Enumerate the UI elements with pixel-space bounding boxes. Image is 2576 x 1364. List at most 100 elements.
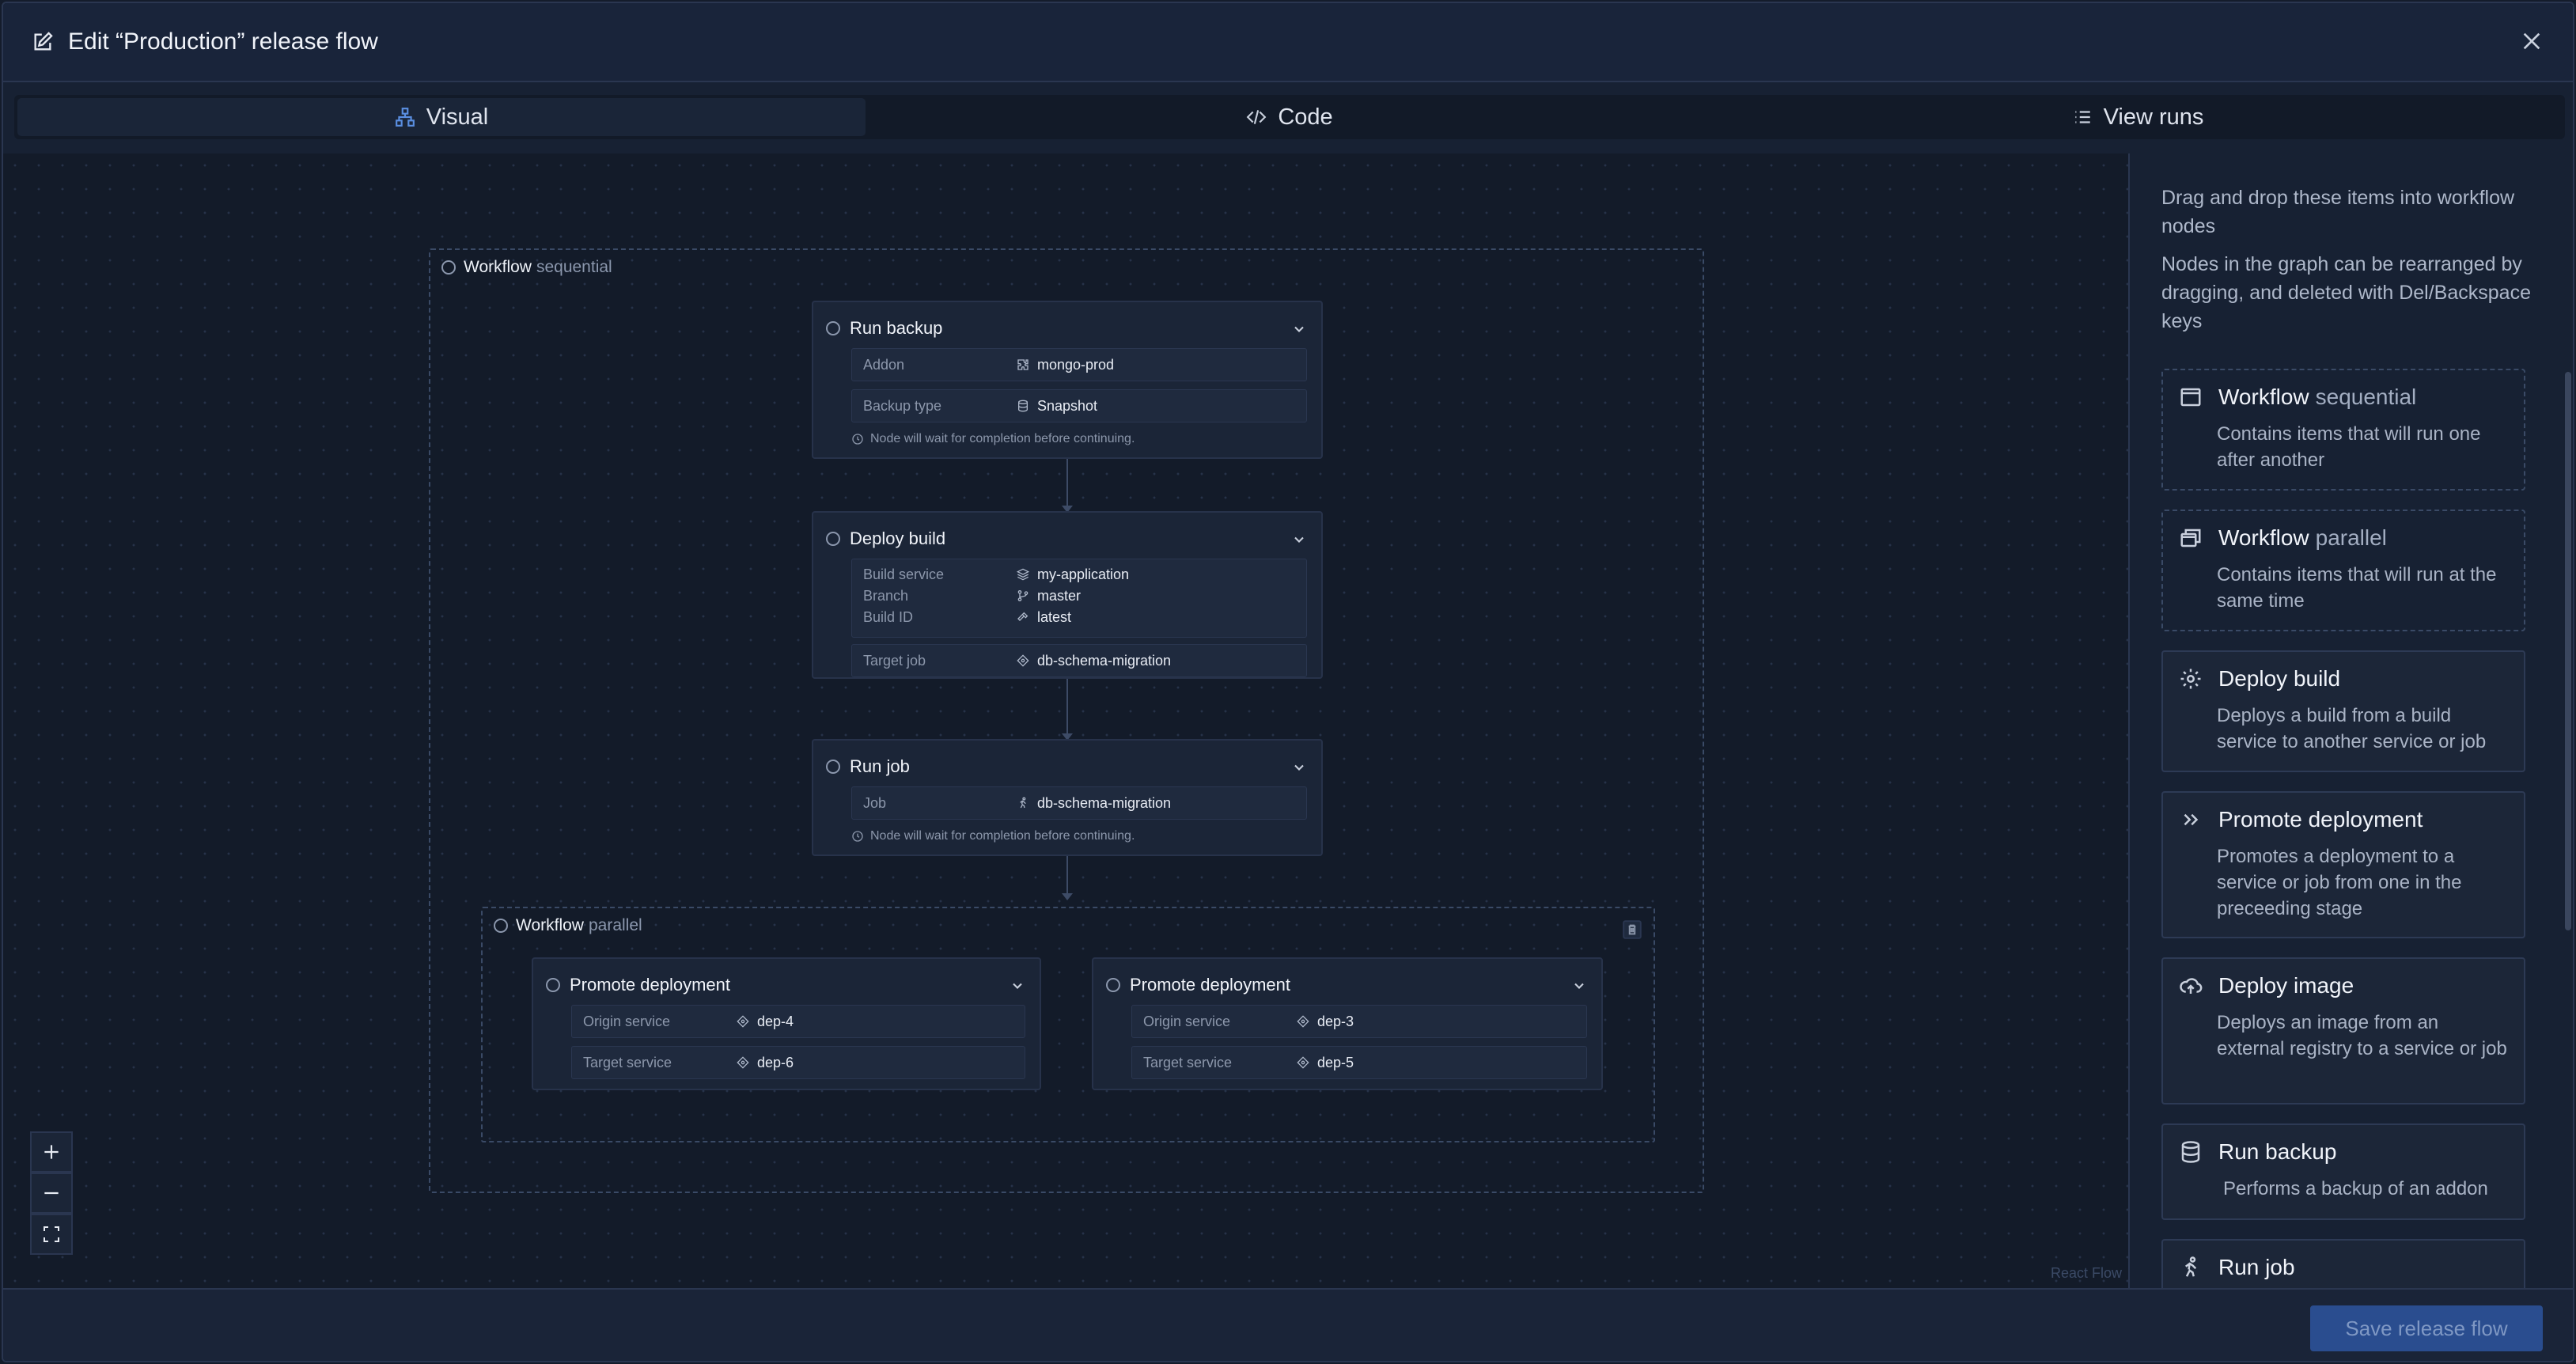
- close-icon[interactable]: [2519, 28, 2544, 54]
- target-diamond-icon: [1017, 654, 1029, 667]
- node-header: Run job: [826, 756, 910, 777]
- field-job[interactable]: Job db-schema-migration: [851, 786, 1307, 820]
- node-run-job[interactable]: Run job Job db-schema-migration Node wil…: [812, 739, 1323, 856]
- node-palette-sidebar: Drag and drop these items into workflow …: [2128, 153, 2573, 1288]
- field-value: dep-5: [1317, 1054, 1354, 1070]
- target-diamond-icon: [1297, 1056, 1309, 1069]
- field-origin-service[interactable]: Origin service dep-4: [571, 1005, 1025, 1038]
- sidebar-scrollbar[interactable]: [2565, 372, 2571, 930]
- chevron-down-icon[interactable]: [1291, 760, 1307, 775]
- puzzle-icon: [1017, 359, 1029, 370]
- tab-visual[interactable]: Visual: [17, 98, 866, 136]
- palette-workflow-parallel[interactable]: Workflow parallel Contains items that wi…: [2161, 510, 2525, 631]
- flow-canvas[interactable]: Workflow sequential Run backup Addon mon…: [3, 153, 2128, 1288]
- chevron-down-icon[interactable]: [1291, 321, 1307, 337]
- code-icon: [1246, 110, 1267, 124]
- field-label: Backup type: [863, 397, 942, 414]
- save-release-flow-button[interactable]: Save release flow: [2310, 1305, 2543, 1351]
- tab-code[interactable]: Code: [866, 98, 1714, 136]
- workflow-sequential-header: Workflow sequential: [441, 258, 612, 277]
- wait-note: Node will wait for completion before con…: [851, 829, 1135, 843]
- select-radio-icon[interactable]: [1106, 978, 1120, 992]
- field-target-service[interactable]: Target service dep-6: [571, 1046, 1025, 1079]
- palette-run-backup[interactable]: Run backup Performs a backup of an addon: [2161, 1123, 2525, 1220]
- node-promote-deployment-left[interactable]: Promote deployment Origin service dep-4 …: [532, 957, 1041, 1090]
- running-person-icon: [1020, 797, 1026, 809]
- node-run-backup[interactable]: Run backup Addon mongo-prod Backup type …: [812, 301, 1323, 459]
- react-flow-attribution[interactable]: React Flow: [2051, 1265, 2122, 1282]
- chevron-down-icon[interactable]: [1010, 978, 1025, 994]
- field-label: Build service: [863, 566, 945, 582]
- sidebar-intro-rearrange: Nodes in the graph can be rearranged by …: [2161, 253, 2531, 332]
- node-title: Promote deployment: [570, 975, 730, 995]
- palette-run-job[interactable]: Run job: [2161, 1239, 2525, 1288]
- node-title: Promote deployment: [1130, 975, 1290, 995]
- tab-visual-label: Visual: [426, 104, 489, 130]
- field-addon[interactable]: Addon mongo-prod: [851, 348, 1307, 381]
- node-title: Deploy build: [850, 529, 946, 548]
- select-radio-icon[interactable]: [826, 321, 840, 335]
- fit-view-button[interactable]: [30, 1214, 73, 1255]
- group-kind: parallel: [588, 916, 642, 934]
- tab-view-runs-label: View runs: [2103, 104, 2204, 130]
- cloud-upload-icon: [2180, 978, 2203, 994]
- field-target-job[interactable]: Target job db-schema-migration: [851, 644, 1307, 677]
- database-icon: [1018, 400, 1028, 412]
- node-header: Run backup: [826, 318, 942, 339]
- select-radio-icon[interactable]: [546, 978, 560, 992]
- release-flow-modal: Edit “Production” release flow Visual Co…: [2, 2, 2574, 1362]
- target-diamond-icon: [737, 1015, 749, 1028]
- field-label: Build ID: [863, 608, 914, 625]
- chevron-down-icon[interactable]: [1291, 532, 1307, 547]
- zoom-out-button[interactable]: [30, 1173, 73, 1214]
- node-title: Run job: [850, 756, 910, 776]
- field-value: mongo-prod: [1037, 356, 1115, 373]
- zoom-in-button[interactable]: [30, 1131, 73, 1173]
- select-radio-icon[interactable]: [826, 760, 840, 774]
- field-build-source[interactable]: Build service my-application Branch mast…: [851, 559, 1307, 638]
- target-diamond-icon: [1297, 1015, 1309, 1028]
- minus-icon: [44, 1192, 59, 1195]
- field-value: dep-4: [757, 1013, 794, 1029]
- node-title: Run backup: [850, 318, 943, 338]
- workflow-parallel-header: Workflow parallel: [494, 916, 642, 935]
- node-deploy-build[interactable]: Deploy build Build service my-applicatio…: [812, 511, 1323, 679]
- field-value: master: [1037, 587, 1082, 604]
- field-value: db-schema-migration: [1037, 794, 1172, 811]
- fullscreen-icon: [44, 1226, 59, 1242]
- palette-deploy-image[interactable]: Deploy image Deploys an image from an ex…: [2161, 957, 2525, 1104]
- field-label: Origin service: [583, 1013, 671, 1029]
- running-person-icon: [2185, 1256, 2197, 1277]
- palette-promote-deployment[interactable]: Promote deployment Promotes a deployment…: [2161, 791, 2525, 938]
- git-branch-icon: [1017, 590, 1029, 601]
- field-label: Job: [863, 794, 887, 811]
- trash-icon[interactable]: [1622, 919, 1642, 940]
- field-label: Origin service: [1143, 1013, 1231, 1029]
- sidebar-intro-drag: Drag and drop these items into workflow …: [2161, 187, 2515, 237]
- tab-view-runs[interactable]: View runs: [1714, 98, 2562, 136]
- modal-title: Edit “Production” release flow: [68, 28, 378, 55]
- sitemap-icon: [395, 108, 415, 127]
- field-label: Target service: [583, 1054, 672, 1070]
- group-kind: sequential: [536, 258, 612, 276]
- list-icon: [2074, 111, 2090, 123]
- select-radio-icon[interactable]: [826, 532, 840, 546]
- select-radio-icon[interactable]: [441, 260, 456, 275]
- field-value: dep-3: [1317, 1013, 1354, 1029]
- field-backup-type[interactable]: Backup type Snapshot: [851, 389, 1307, 422]
- node-promote-deployment-right[interactable]: Promote deployment Origin service dep-3 …: [1092, 957, 1603, 1090]
- palette-deploy-build[interactable]: Deploy build Deploys a build from a buil…: [2161, 650, 2525, 772]
- field-target-service[interactable]: Target service dep-5: [1131, 1046, 1587, 1079]
- group-name: Workflow: [464, 258, 532, 276]
- window-icon: [2180, 388, 2201, 407]
- palette-workflow-sequential[interactable]: Workflow sequential Contains items that …: [2161, 369, 2525, 491]
- node-header: Promote deployment: [1106, 975, 1290, 995]
- field-origin-service[interactable]: Origin service dep-3: [1131, 1005, 1587, 1038]
- gear-icon: [2180, 669, 2201, 689]
- modal-header: Edit “Production” release flow: [3, 3, 2573, 82]
- layers-icon: [1017, 568, 1029, 581]
- select-radio-icon[interactable]: [494, 919, 508, 933]
- field-label: Branch: [863, 587, 909, 604]
- chevron-down-icon[interactable]: [1571, 978, 1587, 994]
- edge-connector: [1062, 679, 1073, 741]
